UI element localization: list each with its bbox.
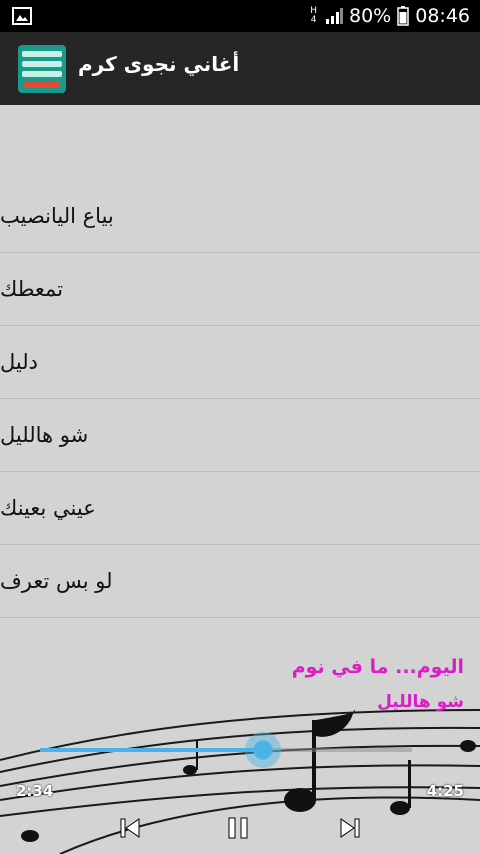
gallery-icon: [12, 7, 32, 25]
network-type-icon: H 4: [310, 6, 317, 25]
list-item[interactable]: عيني بعينك: [0, 472, 480, 545]
seek-bar-remaining[interactable]: [263, 748, 412, 752]
seek-bar-progress[interactable]: [40, 748, 264, 752]
list-item[interactable]: بياع اليانصيب: [0, 180, 480, 253]
app-logo-icon[interactable]: [18, 45, 66, 93]
now-playing-title: شو هالليل: [377, 692, 464, 712]
status-bar: H 4 80% 08:46: [0, 0, 480, 32]
song-list: بياع اليانصيب تمعطك دليل شو هالليل عيني …: [0, 180, 480, 618]
next-icon[interactable]: [334, 812, 366, 844]
previous-icon[interactable]: [114, 812, 146, 844]
pause-icon[interactable]: [222, 812, 254, 844]
battery-percent: 80%: [349, 5, 392, 27]
music-player: اليوم... ما في نوم شو هالليل 2:34 4:25: [0, 640, 480, 854]
list-item[interactable]: شو هالليل: [0, 399, 480, 472]
status-time: 08:46: [415, 5, 470, 27]
seek-bar-thumb[interactable]: [245, 732, 282, 768]
list-item[interactable]: لو بس تعرف: [0, 545, 480, 618]
signal-icon: [326, 8, 343, 24]
list-item[interactable]: تمعطك: [0, 253, 480, 326]
app-bar: أغاني نجوى كرم: [0, 32, 480, 105]
page-title: أغاني نجوى كرم: [78, 52, 240, 76]
total-time: 4:25: [426, 782, 464, 800]
battery-icon: [397, 6, 409, 26]
list-item[interactable]: دليل: [0, 326, 480, 399]
album-title: اليوم... ما في نوم: [291, 656, 464, 678]
current-time: 2:34: [16, 782, 54, 800]
